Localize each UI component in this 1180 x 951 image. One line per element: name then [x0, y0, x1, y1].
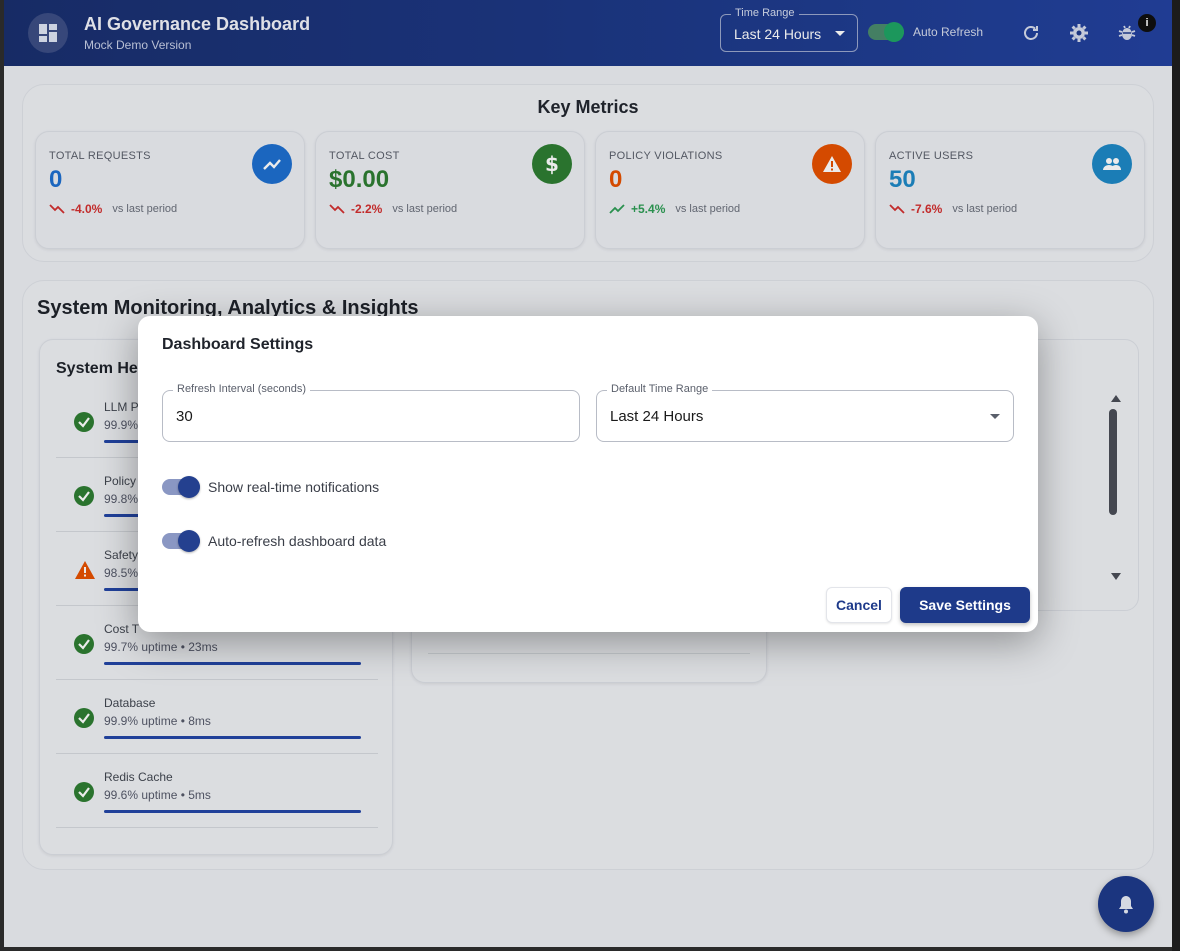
auto-refresh-switch[interactable]	[162, 530, 200, 552]
window-edge	[1172, 0, 1180, 951]
refresh-interval-field[interactable]: Refresh Interval (seconds)	[162, 383, 580, 442]
refresh-interval-label: Refresh Interval (seconds)	[173, 383, 310, 395]
switch-knob	[178, 476, 200, 498]
default-time-range-value: Last 24 Hours	[610, 408, 704, 425]
save-settings-button[interactable]: Save Settings	[900, 587, 1030, 623]
cancel-button[interactable]: Cancel	[826, 587, 892, 623]
notifications-switch[interactable]	[162, 476, 200, 498]
notifications-switch-label: Show real-time notifications	[208, 479, 380, 495]
switch-knob	[178, 530, 200, 552]
chevron-down-icon	[990, 414, 1000, 419]
default-time-range-label: Default Time Range	[607, 383, 713, 395]
dashboard-settings-dialog: Dashboard Settings Refresh Interval (sec…	[138, 316, 1038, 632]
auto-refresh-switch-label: Auto-refresh dashboard data	[208, 533, 387, 549]
dialog-title: Dashboard Settings	[162, 336, 314, 353]
default-time-range-select[interactable]: Default Time Range Last 24 Hours	[596, 383, 1014, 442]
refresh-interval-input[interactable]	[176, 408, 556, 425]
